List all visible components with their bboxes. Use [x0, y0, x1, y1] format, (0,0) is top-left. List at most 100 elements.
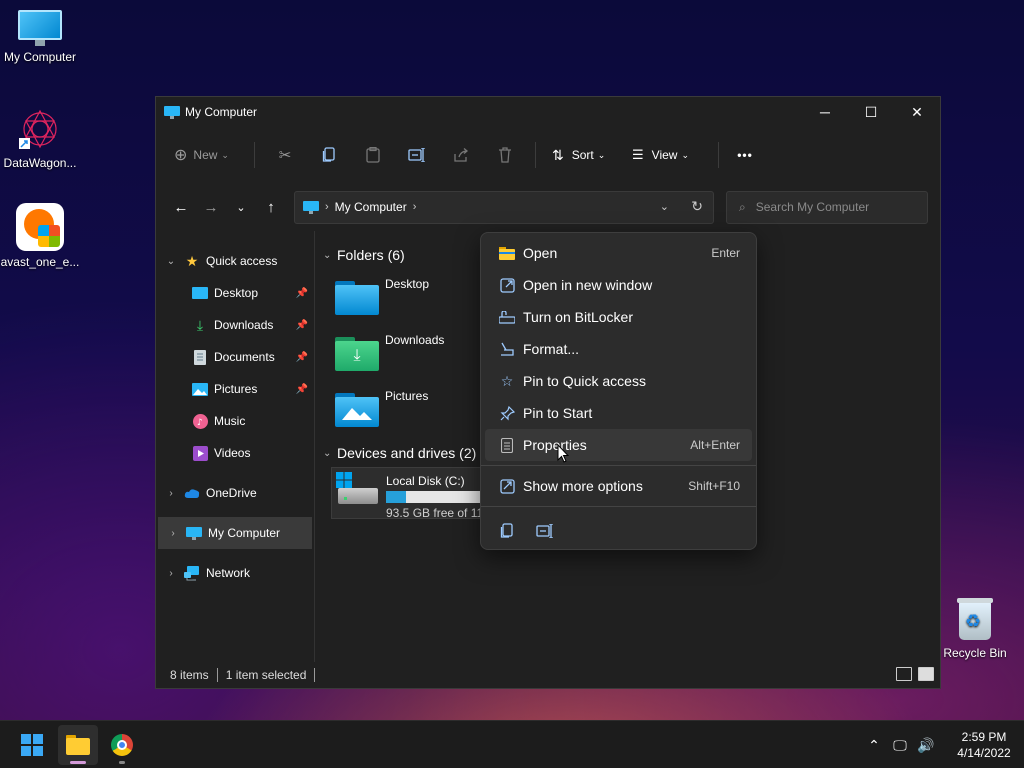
- sidebar-item-downloads[interactable]: ⤓ Downloads 📌: [156, 309, 314, 341]
- new-button[interactable]: ⊕ New ⌄: [174, 139, 246, 171]
- title-bar[interactable]: My Computer ─ ☐ ✕: [156, 97, 940, 127]
- menu-item-pin-quick-access[interactable]: ☆ Pin to Quick access: [485, 365, 752, 397]
- menu-item-label: Properties: [523, 437, 587, 453]
- tiles-view-toggle[interactable]: [918, 667, 934, 681]
- address-dropdown-icon[interactable]: ⌄: [660, 200, 669, 213]
- menu-item-label: Pin to Quick access: [523, 373, 646, 389]
- up-button[interactable]: ↑: [256, 192, 286, 222]
- sidebar-item-onedrive[interactable]: › OneDrive: [156, 477, 314, 509]
- view-button[interactable]: ☰ View ⌄: [624, 139, 710, 171]
- view-list-icon: ☰: [632, 147, 644, 162]
- bitlocker-icon: [495, 310, 519, 324]
- chevron-down-icon[interactable]: ⌄: [323, 250, 337, 261]
- sidebar-item-music[interactable]: ♪ Music: [156, 405, 314, 437]
- cut-button[interactable]: ✂: [263, 139, 307, 171]
- back-button[interactable]: ←: [166, 192, 196, 222]
- search-input[interactable]: [755, 200, 916, 214]
- drive-free-space: 93.5 GB free of 119 GB: [386, 506, 480, 520]
- taskbar: ⌃ 🖵 🔊 2:59 PM 4/14/2022: [0, 720, 1024, 768]
- windows-logo-icon: [21, 733, 43, 756]
- volume-icon[interactable]: 🔊: [914, 737, 938, 754]
- sidebar-item-desktop[interactable]: Desktop 📌: [156, 277, 314, 309]
- menu-item-properties[interactable]: Properties Alt+Enter: [485, 429, 752, 461]
- document-icon: [192, 349, 208, 365]
- forward-button[interactable]: →: [196, 192, 226, 222]
- menu-item-format[interactable]: Format...: [485, 333, 752, 365]
- share-button[interactable]: [439, 139, 483, 171]
- search-box[interactable]: ⌕: [726, 190, 928, 224]
- copy-button[interactable]: [307, 139, 351, 171]
- chevron-up-icon[interactable]: ⌃: [862, 737, 886, 754]
- paste-button[interactable]: [351, 139, 395, 171]
- sidebar-item-documents[interactable]: Documents 📌: [156, 341, 314, 373]
- chevron-right-icon[interactable]: ›: [166, 528, 180, 539]
- arrow-left-icon: ←: [173, 198, 189, 216]
- menu-item-show-more-options[interactable]: Show more options Shift+F10: [485, 470, 752, 502]
- sidebar-item-label: Music: [214, 414, 246, 428]
- copy-icon: [500, 523, 513, 538]
- delete-button[interactable]: [483, 139, 527, 171]
- drive-usage-bar: [386, 491, 480, 503]
- menu-rename-button[interactable]: [533, 519, 557, 543]
- pin-icon[interactable]: 📌: [296, 352, 308, 363]
- sidebar-item-videos[interactable]: Videos: [156, 437, 314, 469]
- menu-item-shortcut: Shift+F10: [688, 479, 740, 493]
- taskbar-file-explorer[interactable]: [58, 724, 98, 765]
- sidebar-item-network[interactable]: › Network: [156, 557, 314, 589]
- sort-button[interactable]: ⇅ Sort ⌄: [544, 139, 624, 171]
- taskbar-chrome[interactable]: [102, 725, 142, 765]
- sidebar-item-pictures[interactable]: Pictures 📌: [156, 373, 314, 405]
- refresh-icon[interactable]: ↻: [691, 198, 703, 215]
- menu-item-open[interactable]: Open Enter: [485, 237, 752, 269]
- menu-separator: [481, 465, 756, 466]
- drive-item-c[interactable]: Local Disk (C:) 93.5 GB free of 119 GB: [331, 467, 491, 520]
- chevron-down-icon[interactable]: ⌄: [323, 448, 337, 459]
- desktop-icon-label: My Computer: [3, 50, 77, 64]
- desktop-icon-label: DataWagon...: [3, 156, 77, 170]
- close-button[interactable]: ✕: [894, 97, 940, 127]
- pictures-folder-icon: [335, 391, 379, 427]
- desktop-icon-recycle-bin[interactable]: ♻ Recycle Bin: [935, 596, 1015, 660]
- open-new-window-icon: [495, 277, 519, 293]
- pin-icon[interactable]: 📌: [296, 384, 308, 395]
- command-bar: ⊕ New ⌄ ✂ ⇅ Sort ⌄ ☰ View ⌄ •••: [156, 127, 940, 183]
- minimize-button[interactable]: ─: [802, 97, 848, 127]
- sort-label: Sort: [571, 148, 594, 162]
- desktop-icon-datawagon[interactable]: DataWagon...: [0, 106, 80, 170]
- clock[interactable]: 2:59 PM 4/14/2022: [944, 729, 1024, 761]
- desktop-icon-avast[interactable]: avast_one_e...: [0, 203, 80, 269]
- chevron-down-icon[interactable]: ⌄: [164, 256, 178, 267]
- breadcrumb-my-computer[interactable]: My Computer: [335, 200, 407, 214]
- monitor-icon: [18, 10, 62, 46]
- properties-icon: [495, 437, 519, 453]
- music-icon: ♪: [192, 413, 208, 429]
- sidebar-item-my-computer[interactable]: › My Computer: [158, 517, 312, 549]
- desktop-icon-my-computer[interactable]: My Computer: [0, 10, 80, 64]
- pin-icon[interactable]: 📌: [296, 288, 308, 299]
- menu-item-bitlocker[interactable]: Turn on BitLocker: [485, 301, 752, 333]
- chevron-down-icon: ⌄: [681, 149, 689, 160]
- network-status-icon[interactable]: 🖵: [888, 737, 912, 754]
- desktop-icon-label: avast_one_e...: [0, 255, 80, 269]
- menu-copy-button[interactable]: [495, 519, 519, 543]
- start-button[interactable]: [12, 725, 52, 765]
- scissors-icon: ✂: [278, 147, 292, 164]
- arrow-up-icon: ↑: [267, 198, 275, 216]
- menu-item-open-new-window[interactable]: Open in new window: [485, 269, 752, 301]
- maximize-button[interactable]: ☐: [848, 97, 894, 127]
- recent-locations-button[interactable]: ⌄: [226, 192, 256, 222]
- hard-drive-icon: [336, 472, 380, 508]
- arrow-right-icon: →: [203, 198, 219, 216]
- clock-date: 4/14/2022: [957, 746, 1011, 760]
- rename-button[interactable]: [395, 139, 439, 171]
- more-options-button[interactable]: •••: [727, 139, 763, 171]
- chevron-right-icon[interactable]: ›: [164, 568, 178, 579]
- plus-circle-icon: ⊕: [174, 147, 188, 164]
- details-view-toggle[interactable]: [896, 667, 912, 681]
- menu-item-pin-start[interactable]: Pin to Start: [485, 397, 752, 429]
- sidebar-item-quick-access[interactable]: ⌄ ★ Quick access: [156, 245, 314, 277]
- breadcrumb-chevron-icon[interactable]: ›: [413, 201, 417, 213]
- pin-icon[interactable]: 📌: [296, 320, 308, 331]
- address-bar[interactable]: › My Computer › ⌄ ↻: [294, 190, 714, 224]
- chevron-right-icon[interactable]: ›: [164, 488, 178, 499]
